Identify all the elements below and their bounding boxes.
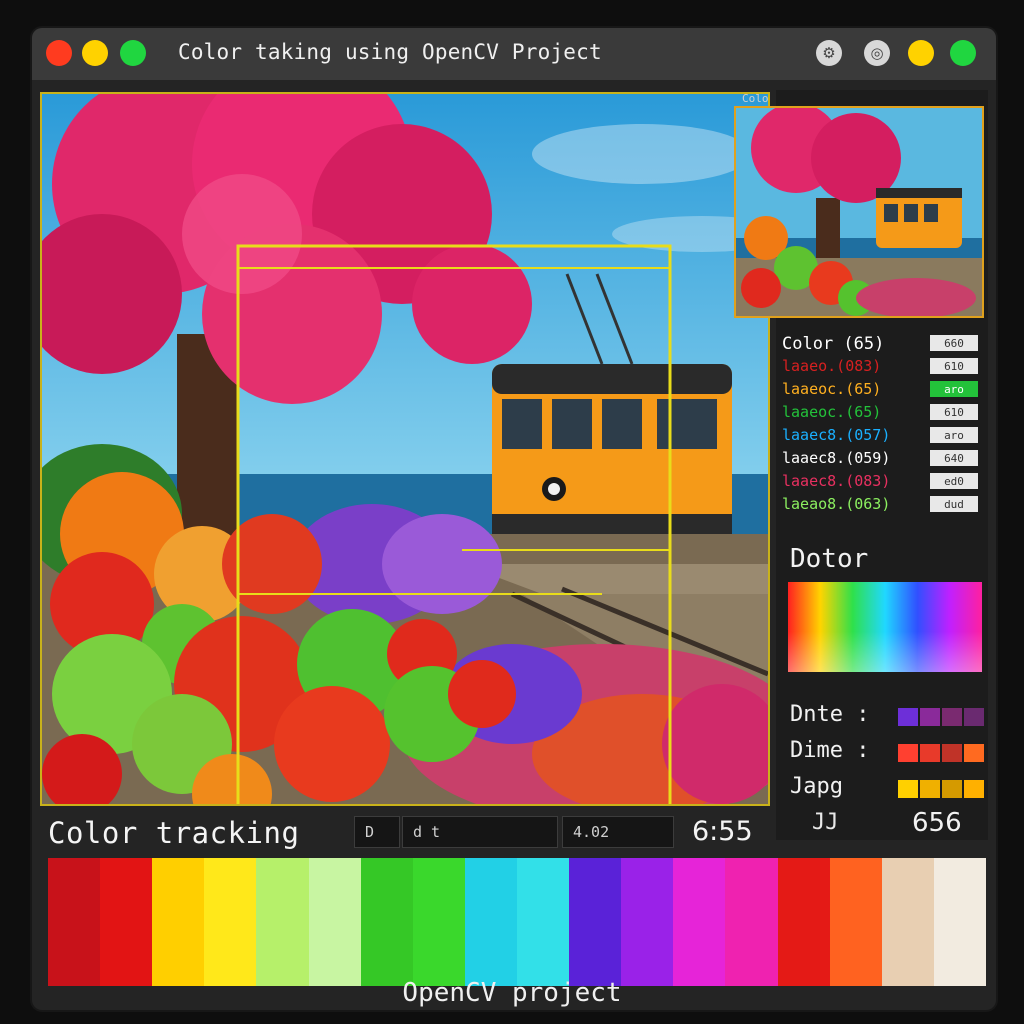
color-swatch[interactable] bbox=[308, 858, 361, 986]
color-swatch[interactable] bbox=[621, 858, 674, 986]
color-swatch[interactable] bbox=[48, 858, 101, 986]
meta-swatch[interactable] bbox=[964, 708, 984, 726]
status-label: Color tracking bbox=[48, 816, 300, 850]
meta-row-date: Dnte : bbox=[790, 702, 986, 732]
color-swatch-strip bbox=[48, 858, 986, 986]
meta-row-format: Japg bbox=[790, 774, 986, 804]
color-list-row[interactable]: laeao8.(063) dud bbox=[778, 493, 988, 516]
color-swatch[interactable] bbox=[516, 858, 570, 986]
palette-label: Dotor bbox=[790, 544, 869, 574]
color-row-tag: ed0 bbox=[930, 473, 978, 489]
meta-row-time: Dime : bbox=[790, 738, 986, 768]
color-list-row[interactable]: laaeo.(083) 610 bbox=[778, 355, 988, 378]
color-row-label: laaec8.(083) bbox=[782, 472, 891, 490]
color-swatch[interactable] bbox=[569, 858, 622, 986]
color-row-tag: 660 bbox=[930, 335, 978, 351]
color-list-row[interactable]: laaec8.(057) aro bbox=[778, 424, 988, 447]
color-spectrum-picker[interactable] bbox=[788, 582, 982, 672]
meta-swatch[interactable] bbox=[942, 708, 962, 726]
status-field-1[interactable]: D bbox=[354, 816, 400, 848]
color-list-row[interactable]: Color (65) 660 bbox=[778, 332, 988, 355]
detected-color-list: Color (65) 660 laaeo.(083) 610 laaeoc.(6… bbox=[778, 332, 988, 516]
thumbnail-caption: Colo bbox=[742, 92, 769, 105]
window-title: Color taking using OpenCV Project bbox=[178, 40, 602, 64]
color-row-label: laaec8.(057) bbox=[782, 426, 891, 444]
meta-label: Dime : bbox=[790, 738, 870, 763]
color-list-row[interactable]: laaec8.(059) 640 bbox=[778, 447, 988, 470]
main-camera-view[interactable] bbox=[40, 92, 770, 806]
footer-label: OpenCV project bbox=[402, 978, 622, 1008]
meta-swatch[interactable] bbox=[964, 744, 984, 762]
color-swatch[interactable] bbox=[256, 858, 309, 986]
thumbnail-preview[interactable] bbox=[734, 106, 984, 318]
color-swatch[interactable] bbox=[152, 858, 205, 986]
status-field-2[interactable]: d t bbox=[402, 816, 558, 848]
minimize-window-button[interactable] bbox=[82, 40, 108, 66]
color-swatch[interactable] bbox=[777, 858, 830, 986]
color-swatch[interactable] bbox=[360, 858, 413, 986]
side-footer-value: 656 bbox=[912, 808, 962, 838]
meta-swatch[interactable] bbox=[898, 780, 918, 798]
color-swatch[interactable] bbox=[412, 858, 465, 986]
color-list-row[interactable]: laaec8.(083) ed0 bbox=[778, 470, 988, 493]
color-row-tag: dud bbox=[930, 496, 978, 512]
meta-label: Japg bbox=[790, 774, 843, 799]
color-row-label: Color (65) bbox=[782, 334, 885, 354]
color-swatch[interactable] bbox=[204, 858, 257, 986]
meta-swatch[interactable] bbox=[942, 780, 962, 798]
scene-image bbox=[42, 94, 768, 804]
meta-swatch[interactable] bbox=[964, 780, 984, 798]
meta-swatch[interactable] bbox=[898, 708, 918, 726]
meta-swatch[interactable] bbox=[942, 744, 962, 762]
status-bar: Color tracking D d t 4.02 6:55 bbox=[40, 812, 770, 854]
settings-icon[interactable]: ⚙ bbox=[816, 40, 842, 66]
meta-label: Dnte : bbox=[790, 702, 870, 727]
color-row-tag: aro bbox=[930, 427, 978, 443]
status-dot-green bbox=[950, 40, 976, 66]
status-dot-yellow bbox=[908, 40, 934, 66]
color-swatch[interactable] bbox=[464, 858, 517, 986]
maximize-window-button[interactable] bbox=[120, 40, 146, 66]
color-swatch[interactable] bbox=[881, 858, 934, 986]
meta-swatch[interactable] bbox=[920, 744, 940, 762]
color-list-row[interactable]: laaeoc.(65) aro bbox=[778, 378, 988, 401]
color-row-tag: aro bbox=[930, 381, 978, 397]
capture-icon[interactable]: ◎ bbox=[864, 40, 890, 66]
color-row-tag: 610 bbox=[930, 404, 978, 420]
status-time: 6:55 bbox=[692, 816, 753, 847]
color-row-label: laaec8.(059) bbox=[782, 449, 891, 467]
side-footer-label: JJ bbox=[812, 810, 839, 835]
color-swatch[interactable] bbox=[933, 858, 986, 986]
status-field-3[interactable]: 4.02 bbox=[562, 816, 674, 848]
color-row-tag: 610 bbox=[930, 358, 978, 374]
color-swatch[interactable] bbox=[100, 858, 153, 986]
color-list-row[interactable]: laaeoc.(65) 610 bbox=[778, 401, 988, 424]
color-swatch[interactable] bbox=[725, 858, 778, 986]
color-swatch[interactable] bbox=[673, 858, 726, 986]
meta-swatch[interactable] bbox=[898, 744, 918, 762]
meta-swatch[interactable] bbox=[920, 708, 940, 726]
close-window-button[interactable] bbox=[46, 40, 72, 66]
color-row-label: laeao8.(063) bbox=[782, 495, 891, 513]
color-row-label: laaeoc.(65) bbox=[782, 380, 882, 398]
title-bar: Color taking using OpenCV Project ⚙ ◎ bbox=[32, 28, 996, 80]
meta-swatch[interactable] bbox=[920, 780, 940, 798]
thumbnail-image bbox=[736, 108, 982, 316]
color-row-tag: 640 bbox=[930, 450, 978, 466]
color-row-label: laaeo.(083) bbox=[782, 357, 882, 375]
color-swatch[interactable] bbox=[829, 858, 882, 986]
color-row-label: laaeoc.(65) bbox=[782, 403, 882, 421]
